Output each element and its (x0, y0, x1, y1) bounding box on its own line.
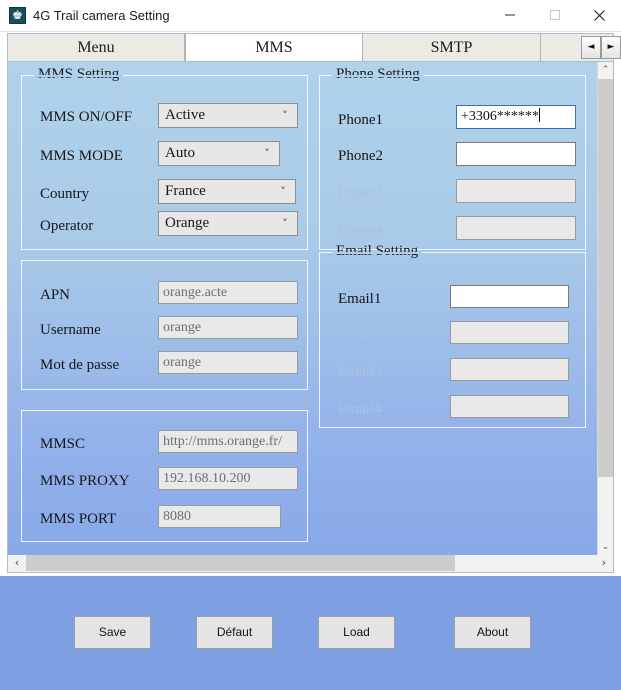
combo-operator[interactable]: Orange ˅ (158, 211, 298, 236)
label-apn: APN (40, 287, 71, 303)
tab-scroll-left-button[interactable]: ◄ (581, 36, 601, 59)
app-window: ♚ 4G Trail camera Setting Menu MMS SMTP … (0, 0, 621, 690)
tab-menu[interactable]: Menu (8, 34, 185, 62)
horizontal-scrollbar-thumb[interactable] (26, 555, 455, 571)
tab-content-panel: MMS Setting MMS ON/OFF Active ˅ MMS MODE… (7, 61, 614, 573)
label-username: Username (40, 322, 101, 338)
vertical-scrollbar[interactable]: ⌃ ⌄ (597, 62, 613, 556)
label-email4: Email4 (338, 401, 382, 417)
horizontal-scrollbar[interactable]: ‹ › (7, 555, 614, 573)
app-camera-icon: ♚ (9, 7, 26, 24)
chevron-right-icon: ► (607, 42, 615, 52)
field-mmsc[interactable]: http://mms.orange.fr/ (158, 430, 298, 453)
field-mot-de-passe[interactable]: orange (158, 351, 298, 374)
label-mot-de-passe: Mot de passe (40, 357, 120, 373)
field-apn[interactable]: orange.acte (158, 281, 298, 304)
chevron-down-icon: ˅ (282, 109, 288, 122)
scroll-up-button[interactable]: ⌃ (598, 62, 613, 79)
field-username[interactable]: orange (158, 316, 298, 339)
group-apn-setting: APN orange.acte Username orange Mot de p… (21, 260, 308, 390)
combo-country[interactable]: France ˅ (158, 179, 296, 204)
group-title-email-setting: Email Setting (332, 243, 423, 260)
vertical-scrollbar-thumb[interactable] (598, 79, 613, 477)
combo-mms-onoff[interactable]: Active ˅ (158, 103, 298, 128)
label-email3: Email3 (338, 364, 382, 380)
close-icon (594, 9, 605, 21)
scroll-right-button[interactable]: › (596, 555, 612, 571)
field-email1[interactable] (450, 285, 569, 308)
maximize-button[interactable] (532, 0, 577, 30)
field-email3 (450, 358, 569, 381)
group-title-phone-setting: Phone Setting (332, 66, 424, 83)
label-phone4: Phone4 (338, 222, 383, 238)
combo-country-value: France (165, 183, 206, 199)
load-button[interactable]: Load (318, 616, 395, 649)
field-mms-proxy[interactable]: 192.168.10.200 (158, 467, 298, 490)
maximize-icon (549, 10, 560, 20)
group-title-mms-setting: MMS Setting (34, 66, 124, 83)
title-bar: ♚ 4G Trail camera Setting (0, 0, 621, 32)
label-operator: Operator (40, 218, 94, 234)
group-email-setting: Email Setting Email1 Email2 Email3 Email… (319, 243, 586, 428)
label-mms-port: MMS PORT (40, 511, 117, 527)
label-phone3: Phone3 (338, 185, 383, 201)
chevron-down-icon: ˅ (264, 147, 270, 160)
field-phone4 (456, 216, 576, 240)
label-mmsc: MMSC (40, 436, 86, 452)
field-phone2[interactable] (456, 142, 576, 166)
tab-scroll-right-button[interactable]: ► (601, 36, 621, 59)
close-button[interactable] (577, 0, 621, 30)
field-phone1[interactable]: +3306****** (456, 105, 576, 129)
label-email2: Email2 (338, 327, 382, 343)
defaut-button[interactable]: Défaut (196, 616, 273, 649)
chevron-down-icon: ˅ (282, 217, 288, 230)
label-email1: Email1 (338, 291, 382, 307)
label-phone1: Phone1 (338, 112, 383, 128)
field-phone1-value: +3306****** (461, 109, 539, 124)
chevron-left-icon: ◄ (587, 42, 595, 52)
mms-tab-content: MMS Setting MMS ON/OFF Active ˅ MMS MODE… (8, 62, 598, 556)
group-phone-setting: Phone Setting Phone1 +3306****** Phone2 … (319, 66, 586, 250)
combo-mms-onoff-value: Active (165, 107, 205, 123)
group-mmsc-setting: MMSC http://mms.orange.fr/ MMS PROXY 192… (21, 410, 308, 542)
about-button[interactable]: About (454, 616, 531, 649)
minimize-button[interactable] (487, 0, 532, 30)
bottom-action-bar: Save Défaut Load About (0, 576, 621, 690)
field-email2 (450, 321, 569, 344)
label-country: Country (40, 186, 90, 202)
save-button[interactable]: Save (74, 616, 151, 649)
combo-operator-value: Orange (165, 215, 210, 231)
tab-strip: Menu MMS SMTP ◄ ► (7, 33, 621, 63)
scroll-left-button[interactable]: ‹ (9, 555, 25, 571)
text-caret (538, 108, 540, 122)
chevron-down-icon: ˅ (280, 185, 286, 198)
minimize-icon (504, 14, 515, 16)
field-email4 (450, 395, 569, 418)
app-icon-glyph: ♚ (12, 8, 23, 22)
label-mms-proxy: MMS PROXY (40, 473, 130, 489)
combo-mms-mode[interactable]: Auto ˅ (158, 141, 280, 166)
scroll-down-button[interactable]: ⌄ (598, 539, 613, 556)
combo-mms-mode-value: Auto (165, 145, 195, 161)
tab-smtp[interactable]: SMTP (363, 34, 541, 62)
window-title: 4G Trail camera Setting (33, 8, 170, 23)
field-mms-port[interactable]: 8080 (158, 505, 281, 528)
field-phone3 (456, 179, 576, 203)
label-mms-mode: MMS MODE (40, 148, 123, 164)
label-mms-onoff: MMS ON/OFF (40, 109, 133, 125)
group-mms-setting: MMS Setting MMS ON/OFF Active ˅ MMS MODE… (21, 66, 308, 250)
label-phone2: Phone2 (338, 148, 383, 164)
tab-mms[interactable]: MMS (185, 34, 363, 63)
